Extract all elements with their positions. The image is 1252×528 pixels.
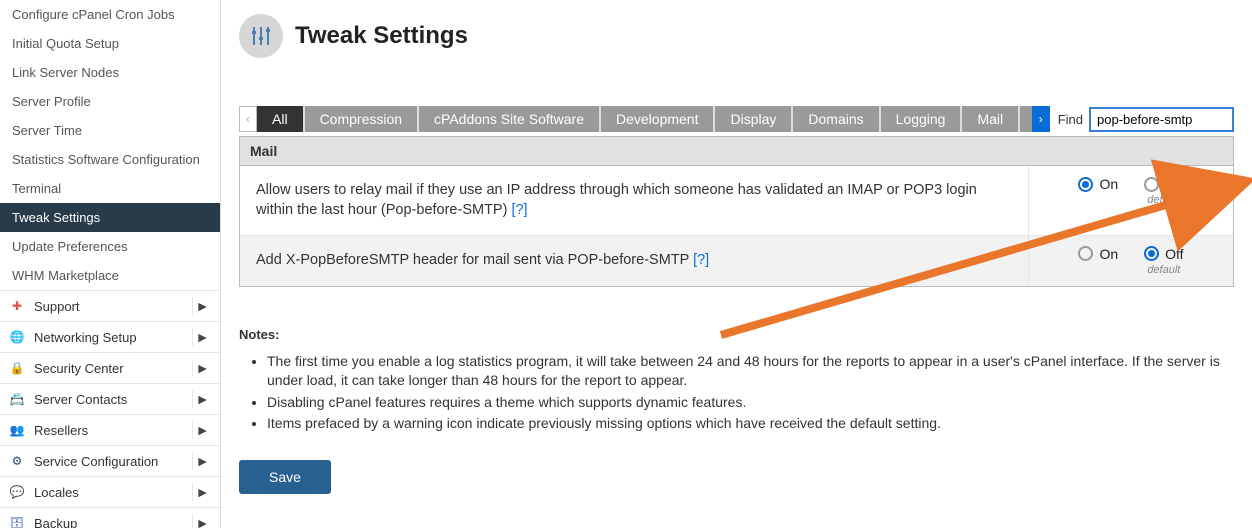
tab-all[interactable]: All [257,106,305,132]
radio-icon [1078,246,1093,261]
tab-compression[interactable]: Compression [305,106,419,132]
radio-icon [1078,177,1093,192]
main-content: Tweak Settings ‹ AllCompressioncPAddons … [221,0,1252,528]
tab-scroll-right[interactable]: › [1032,106,1050,132]
radio-on[interactable]: On [1078,246,1118,262]
radio-icon [1144,246,1159,261]
sidebar-section-networking-setup[interactable]: 🌐 Networking Setup► [0,321,220,352]
chevron-right-icon: ► [192,297,212,315]
sidebar-section-server-contacts[interactable]: 📇 Server Contacts► [0,383,220,414]
radio-off[interactable]: Off [1144,246,1183,262]
radio-label: On [1099,176,1118,192]
sidebar-item-configure-cpanel-cron-jobs[interactable]: Configure cPanel Cron Jobs [0,0,220,29]
section-icon: ✚ [8,297,26,315]
sidebar-section-support[interactable]: ✚ Support► [0,290,220,321]
section-label: Service Configuration [34,454,192,469]
sidebar-item-tweak-settings[interactable]: Tweak Settings [0,203,220,232]
tabs-bar: ‹ AllCompressioncPAddons Site SoftwareDe… [239,106,1234,132]
save-button[interactable]: Save [239,460,331,494]
help-link[interactable]: [?] [693,252,709,268]
default-label: default [1147,264,1180,276]
sidebar: Configure cPanel Cron JobsInitial Quota … [0,0,221,528]
sidebar-section-service-configuration[interactable]: ⚙ Service Configuration► [0,445,220,476]
setting-description: Allow users to relay mail if they use an… [240,166,1028,235]
tab-display[interactable]: Display [715,106,793,132]
section-icon: 👥 [8,421,26,439]
sidebar-section-resellers[interactable]: 👥 Resellers► [0,414,220,445]
setting-row: Allow users to relay mail if they use an… [240,166,1233,236]
radio-on[interactable]: On [1078,176,1118,192]
sidebar-item-whm-marketplace[interactable]: WHM Marketplace [0,261,220,290]
chevron-right-icon: ► [192,421,212,439]
note-item: Disabling cPanel features requires a the… [267,393,1234,413]
sidebar-section-security-center[interactable]: 🔒 Security Center► [0,352,220,383]
radio-icon [1144,177,1159,192]
chevron-right-icon: ► [192,359,212,377]
chevron-right-icon: ► [192,514,212,528]
tab-scroll-left[interactable]: ‹ [239,106,257,132]
sidebar-item-server-profile[interactable]: Server Profile [0,87,220,116]
notes-heading: Notes: [239,327,1234,342]
tweak-settings-icon [239,14,283,58]
tab-cpaddons-site-software[interactable]: cPAddons Site Software [419,106,601,132]
default-label: default [1147,194,1180,206]
section-label: Networking Setup [34,330,192,345]
sidebar-item-terminal[interactable]: Terminal [0,174,220,203]
setting-row: Add X-PopBeforeSMTP header for mail sent… [240,236,1233,286]
sidebar-item-update-preferences[interactable]: Update Preferences [0,232,220,261]
setting-options: On Off default [1028,236,1233,286]
section-icon: 💬 [8,483,26,501]
section-icon: ⚙ [8,452,26,470]
setting-description: Add X-PopBeforeSMTP header for mail sent… [240,236,1028,286]
section-label: Resellers [34,423,192,438]
section-header-mail: Mail [240,137,1233,166]
chevron-right-icon: ► [192,328,212,346]
section-icon: 📇 [8,390,26,408]
sidebar-section-backup[interactable]: 🗄 Backup► [0,507,220,528]
tab-notifi[interactable]: Notifi [1020,106,1032,132]
radio-off[interactable]: Off [1144,176,1183,192]
find-label: Find [1058,112,1083,127]
section-label: Server Contacts [34,392,192,407]
section-label: Backup [34,516,192,528]
page-header: Tweak Settings [239,14,1234,58]
radio-label: Off [1165,176,1183,192]
sidebar-item-server-time[interactable]: Server Time [0,116,220,145]
section-label: Locales [34,485,192,500]
notes-list: The first time you enable a log statisti… [267,352,1234,434]
help-link[interactable]: [?] [511,202,527,218]
sidebar-item-statistics-software-configuration[interactable]: Statistics Software Configuration [0,145,220,174]
radio-label: On [1099,246,1118,262]
chevron-right-icon: ► [192,390,212,408]
tab-mail[interactable]: Mail [962,106,1020,132]
setting-options: On Off default [1028,166,1233,235]
section-label: Security Center [34,361,192,376]
chevron-right-icon: ► [192,452,212,470]
tab-development[interactable]: Development [601,106,716,132]
section-icon: 🗄 [8,514,26,528]
section-label: Support [34,299,192,314]
section-icon: 🔒 [8,359,26,377]
note-item: The first time you enable a log statisti… [267,352,1234,391]
tab-domains[interactable]: Domains [793,106,880,132]
find-input[interactable] [1089,107,1234,132]
tab-logging[interactable]: Logging [881,106,963,132]
page-title: Tweak Settings [295,22,468,50]
sidebar-item-link-server-nodes[interactable]: Link Server Nodes [0,58,220,87]
settings-table: Mail Allow users to relay mail if they u… [239,136,1234,287]
radio-label: Off [1165,246,1183,262]
section-icon: 🌐 [8,328,26,346]
chevron-right-icon: ► [192,483,212,501]
sidebar-item-initial-quota-setup[interactable]: Initial Quota Setup [0,29,220,58]
note-item: Items prefaced by a warning icon indicat… [267,414,1234,434]
sidebar-section-locales[interactable]: 💬 Locales► [0,476,220,507]
